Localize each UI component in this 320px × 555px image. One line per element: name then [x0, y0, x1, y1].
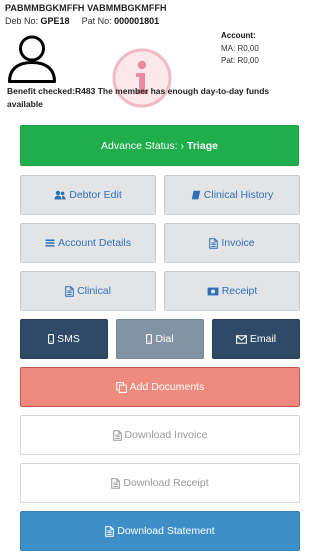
receipt-label: Receipt — [221, 285, 258, 297]
download-receipt-label: Download Receipt — [123, 477, 209, 489]
sms-label: SMS — [57, 333, 80, 345]
debtor-edit-label: Debtor Edit — [69, 189, 122, 201]
advance-arrow-icon: › — [180, 139, 185, 152]
debtor-edit-button[interactable]: Debtor Edit — [20, 175, 156, 215]
patient-header: PABMMBGKMFFH VABMMBGKMFFH Deb No: GPE18 P… — [0, 0, 316, 120]
dial-label: Dial — [155, 333, 174, 345]
download-invoice-button[interactable]: Download Invoice — [20, 415, 300, 455]
benefit-message: Benefit checked:R483 The member has enou… — [7, 85, 307, 110]
advance-status-label: Advance Status: — [101, 139, 178, 152]
pat-label: Pat: — [221, 56, 236, 65]
clinical-button[interactable]: Clinical — [20, 271, 156, 311]
users-icon — [54, 190, 66, 200]
download-statement-button[interactable]: Download Statement — [20, 511, 300, 551]
add-documents-button[interactable]: Add Documents — [20, 367, 300, 407]
file-text-icon — [65, 285, 74, 297]
patient-name: PABMMBGKMFFH VABMMBGKMFFH — [5, 3, 167, 13]
add-documents-label: Add Documents — [129, 381, 205, 393]
patient-ids: Deb No: GPE18 Pat No: 000001801 — [5, 16, 159, 26]
invoice-button[interactable]: Invoice — [164, 223, 300, 263]
list-icon — [45, 238, 55, 248]
copy-icon — [115, 381, 127, 393]
advance-status-button[interactable]: Advance Status: › Triage — [20, 125, 299, 166]
file-text-icon — [209, 237, 219, 249]
book-icon — [191, 190, 201, 200]
pat-no-value: 000001801 — [114, 16, 160, 26]
clinical-history-label: Clinical History — [203, 189, 274, 201]
clinical-label: Clinical — [77, 285, 111, 297]
receipt-button[interactable]: Receipt — [164, 271, 300, 311]
deb-no-value: GPE18 — [40, 16, 70, 26]
download-receipt-button[interactable]: Download Receipt — [20, 463, 300, 503]
mobile-icon — [146, 334, 153, 344]
email-label: Email — [249, 333, 277, 345]
pat-value: R0,00 — [237, 56, 259, 65]
user-outline-icon — [8, 35, 56, 83]
sms-button[interactable]: SMS — [20, 319, 108, 359]
ma-balance: MA: R0,00 — [221, 43, 259, 56]
file-text-icon — [105, 525, 115, 537]
pat-balance: Pat: R0,00 — [221, 55, 259, 68]
advance-status-value: Triage — [187, 139, 218, 152]
dial-button[interactable]: Dial — [116, 319, 204, 359]
deb-no-label: Deb No: — [5, 16, 39, 26]
account-details-button[interactable]: Account Details — [20, 223, 156, 263]
account-details-label: Account Details — [58, 237, 131, 249]
benefit-label: Benefit checked: — [7, 86, 76, 96]
file-text-icon — [111, 477, 121, 489]
ma-value: R0,00 — [237, 43, 259, 53]
email-button[interactable]: Email — [212, 319, 300, 359]
clinical-history-button[interactable]: Clinical History — [164, 175, 300, 215]
file-text-icon — [112, 429, 122, 441]
invoice-label: Invoice — [221, 237, 255, 249]
money-icon — [207, 287, 219, 296]
pat-no-label: Pat No: — [81, 16, 112, 26]
ma-label: MA: — [221, 43, 236, 53]
envelope-icon — [235, 334, 247, 344]
mobile-icon — [48, 334, 55, 344]
download-statement-label: Download Statement — [117, 525, 215, 537]
account-summary: Account: MA: R0,00 Pat: R0,00 — [221, 30, 259, 68]
account-title: Account: — [221, 31, 256, 40]
download-invoice-label: Download Invoice — [124, 429, 208, 441]
